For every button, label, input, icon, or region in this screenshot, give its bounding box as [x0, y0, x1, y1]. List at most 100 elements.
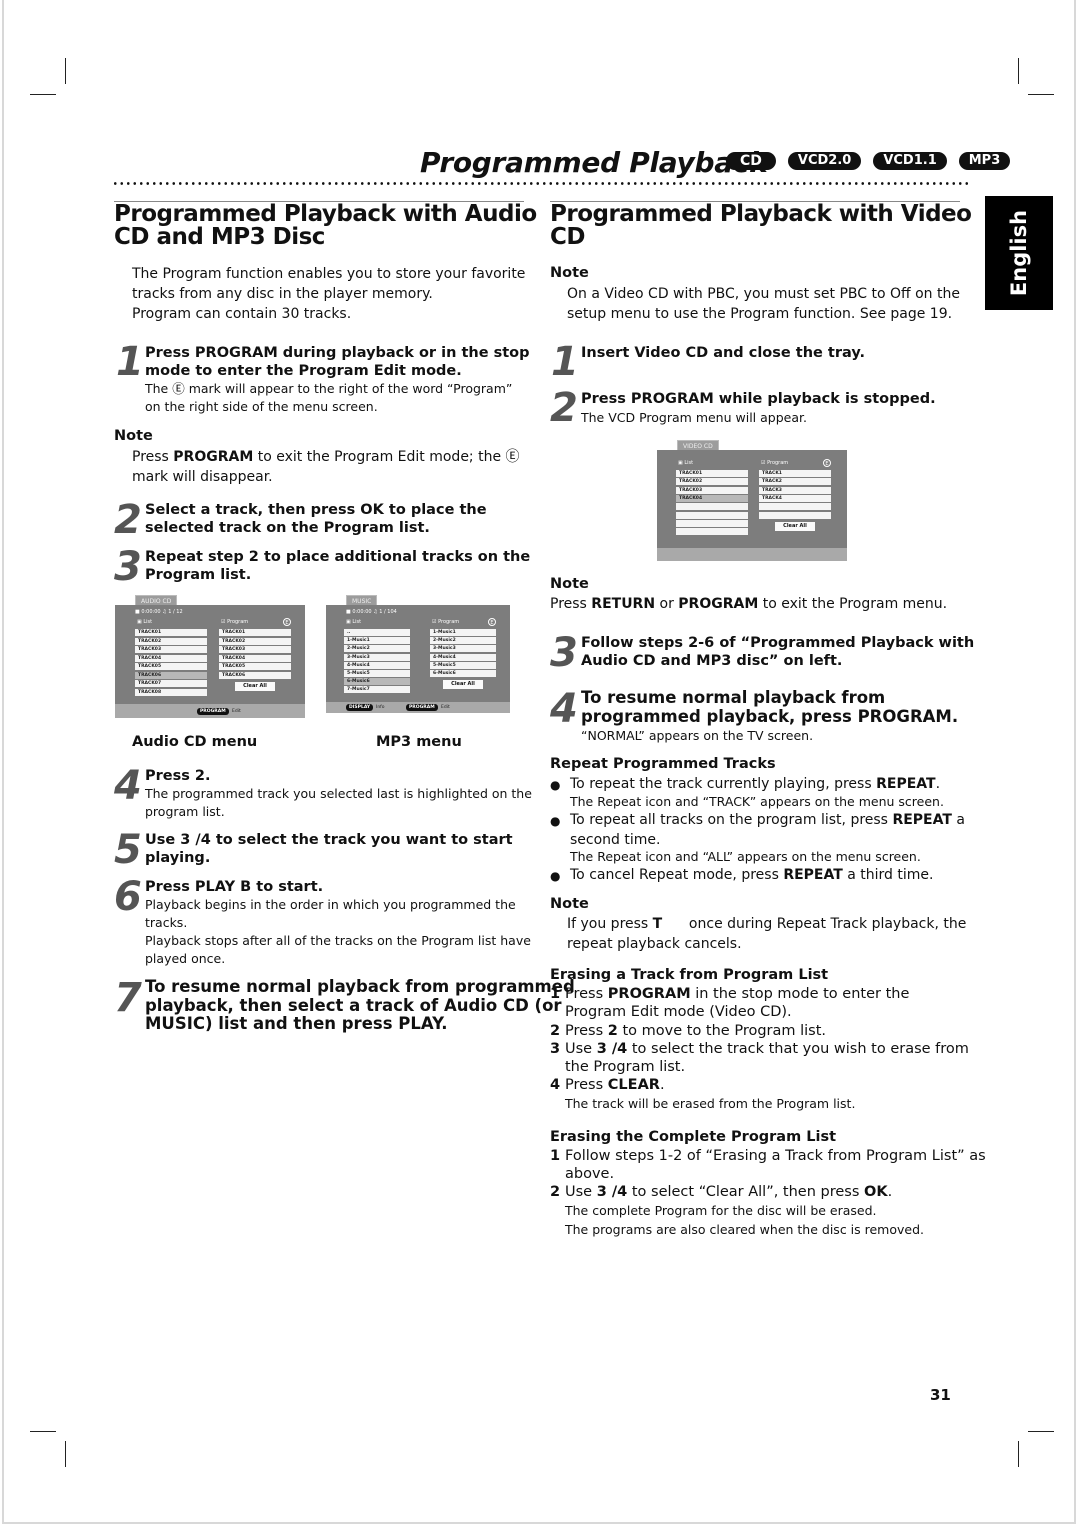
list-track: TRACK05 [135, 663, 207, 670]
text-line: Playback stops after all of the tracks o… [145, 933, 531, 948]
text-line: To resume normal playback from [581, 688, 886, 707]
subheading-repeat: Repeat Programmed Tracks [550, 756, 776, 772]
step-number: 2 [550, 385, 578, 431]
step-title: To resume normal playback from programme… [145, 977, 575, 1034]
text-line: Program Edit mode (Video CD). [565, 1004, 792, 1020]
text-bold: RETURN [591, 596, 656, 612]
text-line: mark will disappear. [132, 469, 273, 485]
text-line: The programmed track you selected last i… [145, 786, 532, 801]
text-line: Program can contain 30 tracks. [132, 306, 352, 322]
text-line: To resume normal playback from programme… [145, 977, 575, 996]
program-track: 3-Music3 [430, 645, 496, 653]
audio-cd-menu-screen: AUDIO CD ■ 0:00:00 ♫ 1 / 12 ▣ List ☑ Progra… [115, 595, 305, 718]
badge-mp3: MP3 [958, 152, 1011, 170]
text-line: played once. [145, 951, 226, 966]
text-line: playing. [145, 850, 211, 866]
numbered-item: 3 Use 3 /4 to select the track that you … [550, 1040, 969, 1076]
text-bold: REPEAT [892, 812, 952, 828]
step-title: Press PROGRAM while playback is stopped. [581, 391, 936, 407]
program-track: TRACK05 [219, 663, 291, 670]
step-title: Repeat step 2 to place additional tracks… [145, 548, 530, 584]
text: once during Repeat Track playback, the [662, 916, 967, 932]
text-line: repeat playback cancels. [567, 936, 742, 952]
program-track: TRACK01 [219, 629, 291, 636]
text-line: MUSIC) list and then press PLAY. [145, 1014, 448, 1033]
item-number: 1 [550, 1148, 561, 1164]
text-line: The Ⓔ mark will appear to the right of t… [145, 381, 513, 396]
list-track: TRACK08 [135, 688, 207, 696]
text-bold: OK [864, 1184, 888, 1200]
text-line: Playback begins in the order in which yo… [145, 897, 516, 912]
text: To repeat all tracks on the program list… [570, 812, 893, 828]
item-number: 3 [550, 1041, 561, 1057]
text: To repeat the track currently playing, p… [570, 776, 877, 792]
program-track: TRACK1 [759, 470, 831, 477]
note-label: Note [114, 428, 153, 444]
program-track: 5-Music5 [430, 661, 496, 669]
step-number: 2 [114, 497, 142, 543]
crop-mark [65, 1441, 66, 1467]
program-track: TRACK3 [759, 486, 831, 494]
dotted-divider [112, 181, 970, 186]
text: to select the track that you wish to era… [627, 1041, 969, 1057]
disc-badges: CD VCD2.0 VCD1.1 MP3 [726, 152, 1011, 170]
text: or [655, 596, 679, 612]
badge-cd: CD [726, 152, 776, 170]
list-track: TRACK01 [676, 470, 748, 477]
text-bold: PROGRAM [173, 449, 254, 465]
list-track: 3-Music3 [344, 653, 410, 661]
crop-mark [1028, 1431, 1054, 1432]
list-track [676, 528, 748, 536]
program-track: TRACK04 [219, 654, 291, 662]
text-line: Repeat step 2 to place additional tracks… [145, 549, 531, 565]
mp3-menu-screen: MUSIC ■ 0:00:00 ♫ 1 / 104 ▣ List ☑ Program E… [326, 595, 510, 713]
crop-mark [65, 58, 66, 84]
step-title: Insert Video CD and close the tray. [581, 345, 865, 361]
item-number: 1 [550, 986, 561, 1002]
bullet-item: To repeat the track currently playing, p… [550, 774, 940, 795]
note-text: Press RETURN or PROGRAM to exit the Prog… [550, 594, 947, 614]
list-track: TRACK07 [135, 680, 207, 687]
subheading-erase-all: Erasing the Complete Program List [550, 1129, 837, 1145]
text-bold: PROGRAM [678, 596, 759, 612]
page-title: Programmed Playback [420, 146, 768, 179]
list-track: 6-Music6 [344, 678, 410, 686]
footer-key: PROGRAM [406, 704, 438, 711]
text-line: The complete Program for the disc will b… [565, 1203, 877, 1218]
footer-key-label: Edit [232, 708, 241, 714]
text-bold: CLEAR [607, 1077, 660, 1093]
text-bold: REPEAT [783, 867, 843, 883]
edit-mark-icon: E [488, 618, 496, 626]
text-line: program list. [145, 804, 225, 819]
program-track [759, 503, 831, 511]
program-track: TRACK03 [219, 646, 291, 653]
text: to exit the Program Edit mode; the Ⓔ [253, 449, 520, 465]
section-heading-audio: Programmed Playback with Audio CD and MP… [114, 203, 537, 249]
note-text: Press PROGRAM to exit the Program Edit m… [132, 447, 520, 487]
list-track: 4-Music4 [344, 661, 410, 669]
page-number: 31 [930, 1386, 951, 1404]
text-line: playback, then select a track of Audio C… [145, 995, 562, 1015]
step-number: 5 [114, 827, 142, 873]
bullet-item: To repeat all tracks on the program list… [550, 810, 965, 850]
subheading-erase-track: Erasing a Track from Program List [550, 967, 829, 983]
note-label: Note [550, 576, 589, 592]
list-track: TRACK04 [676, 494, 748, 502]
text: Press [565, 1023, 608, 1039]
footer-key: PROGRAM [197, 707, 229, 715]
text: to move to the Program list. [617, 1023, 827, 1039]
menu-caption: MP3 menu [376, 734, 462, 750]
step-desc: The programmed track you selected last i… [145, 785, 532, 821]
step-number: 7 [114, 975, 142, 1021]
item-sub: The complete Program for the disc will b… [565, 1202, 924, 1239]
list-track: 2-Music2 [344, 645, 410, 653]
text: . [887, 1184, 893, 1200]
text-bold: 3 /4 [596, 1041, 628, 1057]
program-label: ☑ Program [432, 619, 460, 625]
video-cd-menu-screen: VIDEO CD ▣ List ☑ Program E TRACK01 TRACK02 TR… [657, 440, 847, 561]
program-label: ☑ Program [221, 619, 249, 625]
text: Press [550, 596, 592, 612]
text-line: Program list. [145, 567, 252, 583]
heading-line: Programmed Playback with Audio [114, 201, 537, 227]
program-track: TRACK02 [219, 637, 291, 645]
